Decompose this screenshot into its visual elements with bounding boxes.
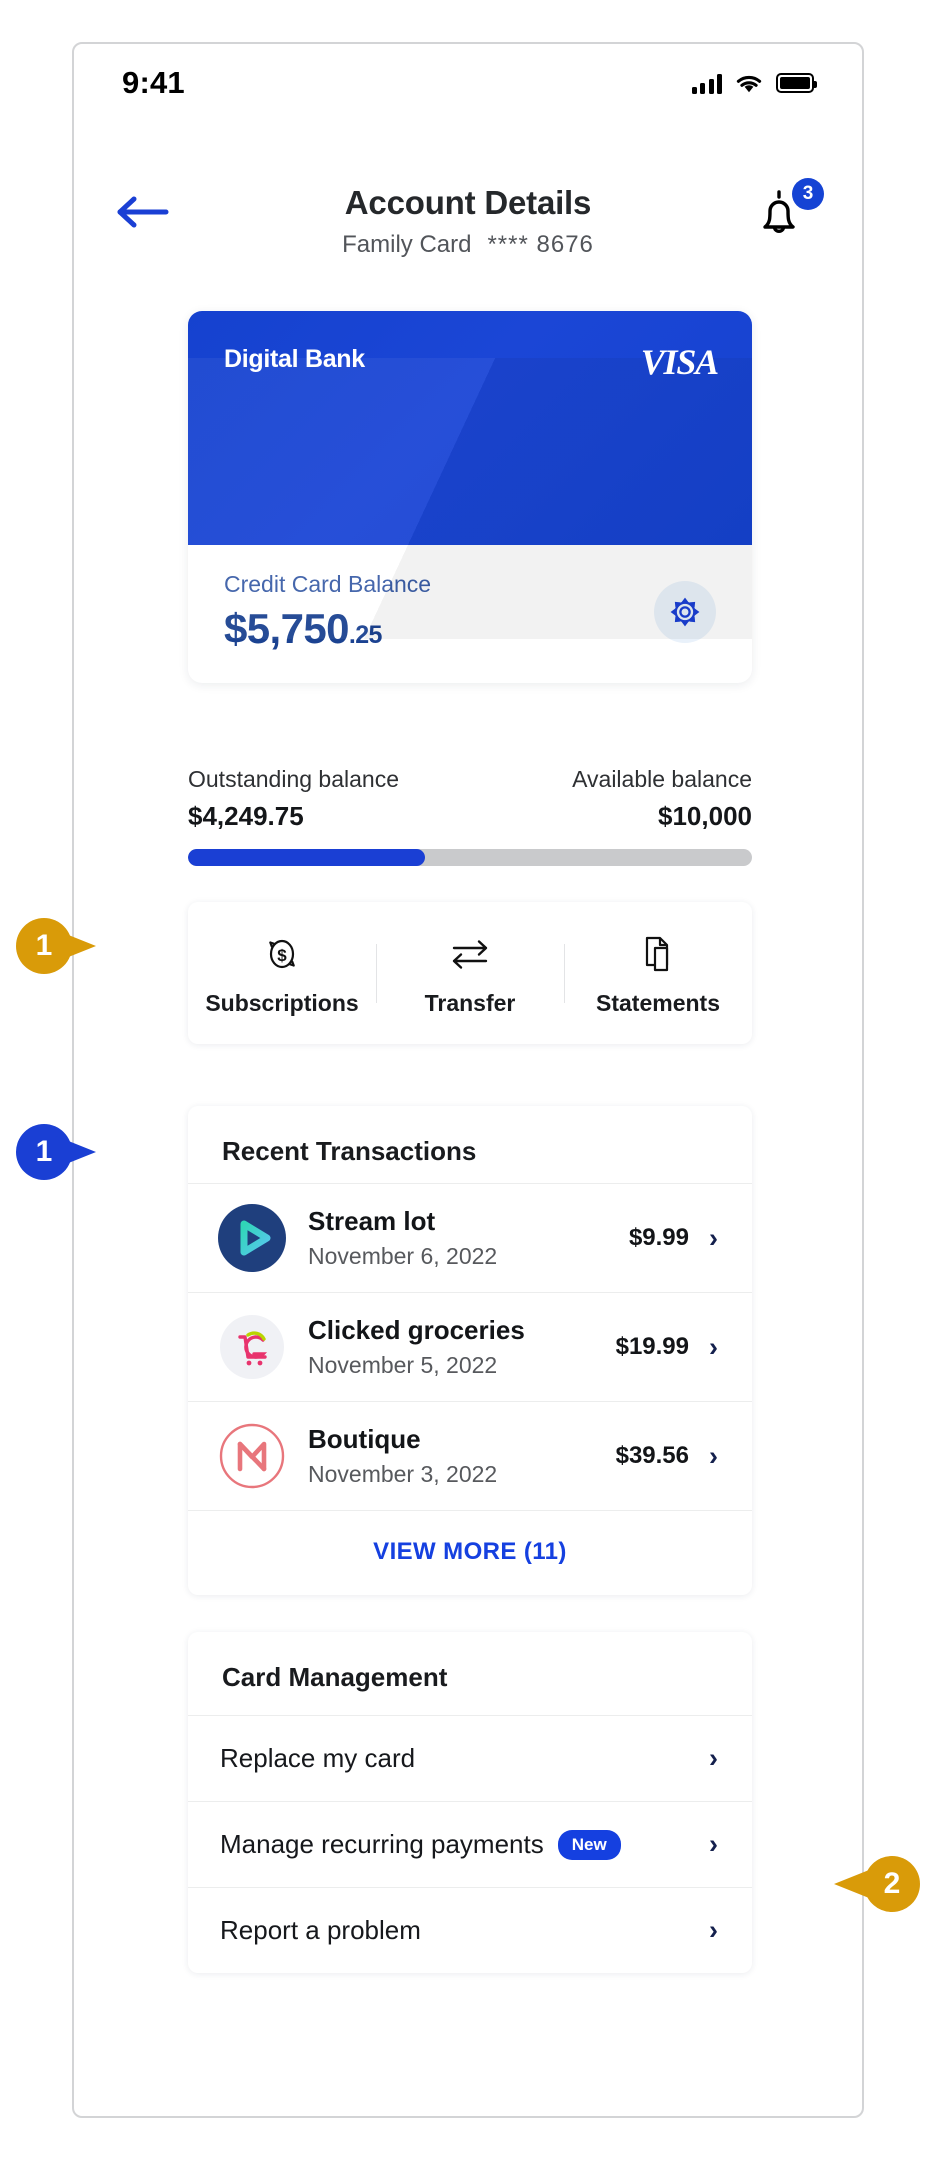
transaction-amount: $9.99 <box>628 1224 689 1251</box>
status-time: 9:41 <box>122 65 185 100</box>
recurring-dollar-icon: $ <box>188 930 376 978</box>
callout-pointer <box>56 1136 96 1168</box>
recent-transactions-heading: Recent Transactions <box>222 1136 477 1166</box>
manage-recurring-payments-label: Manage recurring payments New <box>220 1829 709 1860</box>
transfer-arrows-icon <box>376 930 564 978</box>
credit-card-panel: Digital Bank VISA Credit Card Balance $5… <box>188 311 752 683</box>
chevron-right-icon: › <box>709 1743 718 1773</box>
available-balance-label: Available balance <box>572 766 752 792</box>
subscriptions-action[interactable]: $ Subscriptions <box>188 930 376 1017</box>
chevron-right-icon: › <box>709 1440 718 1471</box>
stream-play-logo <box>218 1204 286 1272</box>
transaction-amount: $39.56 <box>615 1442 689 1469</box>
chevron-right-icon: › <box>709 1222 718 1253</box>
recent-transactions-panel: Recent Transactions Stream lot November … <box>188 1106 752 1595</box>
manage-recurring-payments-row[interactable]: Manage recurring payments New › <box>188 1801 752 1887</box>
quick-actions-panel: $ Subscriptions Transfer Statements <box>188 902 752 1044</box>
phone-frame: 9:41 Account Details Family Card **** 86… <box>72 42 864 2118</box>
transaction-boutique[interactable]: Boutique November 3, 2022 $39.56 › <box>188 1401 752 1510</box>
visa-logo: VISA <box>640 342 719 382</box>
chevron-right-icon: › <box>709 1829 718 1859</box>
available-balance-value: $10,000 <box>658 801 752 831</box>
subscriptions-label: Subscriptions <box>205 989 359 1016</box>
statements-action[interactable]: Statements <box>564 930 752 1017</box>
transaction-merchant: Clicked groceries <box>308 1315 525 1345</box>
back-arrow-icon[interactable] <box>116 190 172 234</box>
page-header: Account Details Family Card **** 8676 3 <box>74 178 862 292</box>
boutique-monogram-logo <box>219 1423 285 1489</box>
chevron-right-icon: › <box>709 1915 718 1945</box>
transaction-merchant: Boutique <box>308 1424 421 1454</box>
card-name: Family Card <box>342 231 472 258</box>
transaction-info: Stream lot November 6, 2022 <box>308 1206 629 1270</box>
card-management-heading: Card Management <box>222 1662 448 1692</box>
chevron-right-icon: › <box>709 1331 718 1362</box>
outstanding-balance-label: Outstanding balance <box>188 766 399 792</box>
callout-marker-1-subscriptions: 1 <box>16 918 102 974</box>
battery-icon <box>776 73 817 93</box>
outstanding-balance-value: $4,249.75 <box>188 801 304 831</box>
transaction-stream-lot[interactable]: Stream lot November 6, 2022 $9.99 › <box>188 1183 752 1292</box>
card-management-panel: Card Management Replace my card › Manage… <box>188 1632 752 1973</box>
documents-icon <box>564 930 752 978</box>
statements-label: Statements <box>596 989 720 1016</box>
replace-my-card-row[interactable]: Replace my card › <box>188 1715 752 1801</box>
grocery-cart-logo <box>220 1315 284 1379</box>
credit-card-visual: Digital Bank VISA <box>188 311 752 639</box>
screenshot-canvas: 9:41 Account Details Family Card **** 86… <box>0 0 936 2168</box>
card-subtitle: Family Card **** 8676 <box>74 231 862 259</box>
title-block: Account Details Family Card **** 8676 <box>74 182 862 259</box>
balance-progress-fill <box>188 849 425 866</box>
svg-text:$: $ <box>277 946 287 965</box>
cellular-signal-icon <box>691 72 722 94</box>
balances-section: Outstanding balance $4,249.75 Available … <box>188 766 752 866</box>
status-icons <box>691 72 817 94</box>
report-a-problem-row[interactable]: Report a problem › <box>188 1887 752 1973</box>
card-mask: **** 8676 <box>487 231 594 258</box>
callout-pointer <box>834 1868 874 1900</box>
transaction-date: November 6, 2022 <box>308 1243 498 1269</box>
balances-row: Outstanding balance $4,249.75 Available … <box>188 766 752 832</box>
new-badge: New <box>557 1830 621 1860</box>
notification-bell-button[interactable]: 3 <box>748 178 824 244</box>
outstanding-balance-block: Outstanding balance $4,249.75 <box>188 766 399 832</box>
transaction-info: Boutique November 3, 2022 <box>308 1424 616 1488</box>
balance-progress-bar <box>188 849 752 866</box>
callout-marker-2-recurring-payments: 2 <box>834 1856 920 1912</box>
callout-marker-1-transaction: 1 <box>16 1124 102 1180</box>
transaction-date: November 5, 2022 <box>308 1352 498 1378</box>
transaction-info: Clicked groceries November 5, 2022 <box>308 1315 616 1379</box>
transfer-action[interactable]: Transfer <box>376 930 564 1017</box>
transaction-amount: $19.99 <box>615 1333 689 1360</box>
notification-count-badge: 3 <box>792 178 824 210</box>
view-more-transactions-button[interactable]: VIEW MORE (11) <box>188 1510 752 1595</box>
replace-my-card-label: Replace my card <box>220 1743 416 1773</box>
page-title: Account Details <box>344 184 592 221</box>
transaction-date: November 3, 2022 <box>308 1461 498 1487</box>
row-label-text: Manage recurring payments <box>220 1829 544 1859</box>
transaction-clicked-groceries[interactable]: Clicked groceries November 5, 2022 $19.9… <box>188 1292 752 1401</box>
available-balance-block: Available balance $10,000 <box>572 766 752 832</box>
report-a-problem-label: Report a problem <box>220 1915 421 1945</box>
status-bar: 9:41 <box>74 44 862 122</box>
wifi-icon <box>736 75 762 92</box>
transfer-label: Transfer <box>424 989 516 1016</box>
transaction-merchant: Stream lot <box>308 1206 436 1236</box>
callout-pointer <box>56 930 96 962</box>
